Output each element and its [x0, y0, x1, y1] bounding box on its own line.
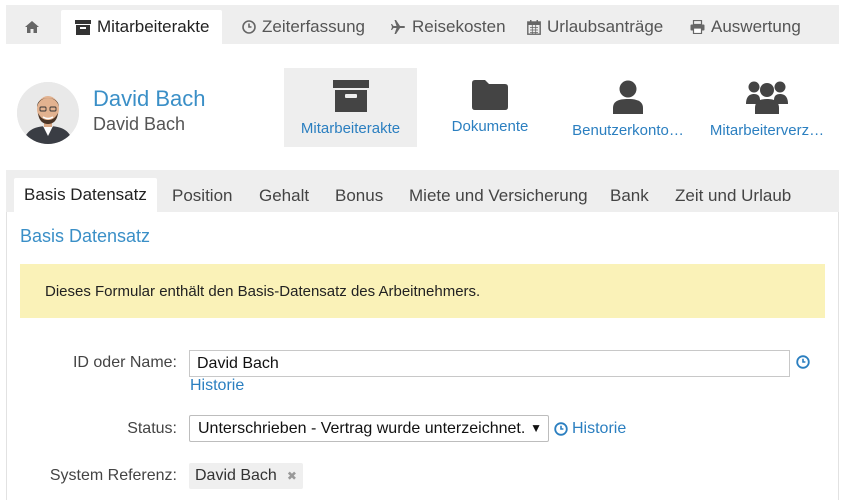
calendar-icon	[527, 19, 541, 35]
history-clock-icon	[554, 422, 568, 436]
archive-icon	[332, 80, 369, 112]
avatar-image	[17, 82, 79, 144]
dropdown-arrow-icon: ▼	[530, 421, 542, 435]
nav-label: Zeiterfassung	[262, 17, 365, 36]
record-tabs: Basis Datensatz Position Gehalt Bonus Mi…	[6, 170, 839, 212]
remove-tag-icon[interactable]: ✖	[287, 469, 297, 483]
action-mitarbeiterverzeichnis[interactable]: Mitarbeiterverz…	[702, 68, 832, 147]
notice-text: Dieses Formular enthält den Basis-Datens…	[45, 282, 481, 300]
nav-auswertung[interactable]: Auswertung	[690, 10, 801, 44]
action-benutzerkonto[interactable]: Benutzerkonto…	[563, 68, 693, 147]
nav-label: Urlaubsanträge	[547, 17, 664, 36]
status-label: Status:	[127, 420, 177, 437]
employee-subname: David Bach	[93, 114, 186, 134]
clock-icon	[242, 20, 256, 34]
status-history-label: Historie	[572, 420, 627, 437]
nav-label: Auswertung	[711, 17, 801, 36]
tab-basis-datensatz[interactable]: Basis Datensatz	[14, 178, 157, 212]
folder-icon	[472, 80, 508, 110]
section-title: Basis Datensatz	[20, 226, 151, 246]
action-dokumente[interactable]: Dokumente	[424, 68, 556, 147]
print-icon	[690, 20, 705, 34]
system-ref-value: David Bach	[195, 467, 277, 484]
nav-label: Mitarbeiterakte	[97, 17, 210, 36]
action-label: Mitarbeiterakte	[300, 120, 401, 137]
action-mitarbeiterakte[interactable]: Mitarbeiterakte	[284, 68, 417, 147]
action-label: Mitarbeiterverz…	[709, 122, 825, 139]
plane-icon	[391, 20, 405, 34]
status-select[interactable]: Unterschrieben - Vertrag wurde unterzeic…	[189, 415, 549, 442]
nav-reisekosten[interactable]: Reisekosten	[391, 10, 506, 44]
employee-name: David Bach	[93, 86, 206, 111]
tab-bank[interactable]: Bank	[610, 180, 649, 212]
home-icon	[25, 21, 39, 33]
tab-zeit-und-urlaub[interactable]: Zeit und Urlaub	[675, 180, 791, 212]
system-ref-label: System Referenz:	[49, 467, 177, 484]
nav-label: Reisekosten	[412, 17, 506, 36]
tab-position[interactable]: Position	[172, 180, 232, 212]
id-name-input[interactable]	[189, 350, 790, 377]
tab-gehalt[interactable]: Gehalt	[259, 180, 309, 212]
system-ref-tag: David Bach ✖	[189, 463, 303, 489]
nav-mitarbeiterakte[interactable]: Mitarbeiterakte	[61, 10, 222, 44]
action-label: Benutzerkonto…	[572, 122, 684, 139]
nav-urlaubsantraege[interactable]: Urlaubsanträge	[527, 10, 663, 44]
users-icon	[746, 81, 788, 114]
info-notice: Dieses Formular enthält den Basis-Datens…	[20, 264, 825, 318]
archive-icon	[75, 19, 91, 35]
avatar	[17, 82, 79, 144]
status-history-link[interactable]: Historie	[554, 420, 626, 438]
nav-zeiterfassung[interactable]: Zeiterfassung	[242, 10, 365, 44]
history-clock-icon[interactable]	[796, 355, 810, 369]
user-icon	[613, 80, 643, 114]
nav-home[interactable]	[24, 10, 46, 44]
id-history-link[interactable]: Historie	[190, 377, 244, 395]
status-selected-value: Unterschrieben - Vertrag wurde unterzeic…	[198, 419, 526, 437]
top-navigation: Mitarbeiterakte Zeiterfassung Reisekoste…	[6, 5, 839, 44]
action-label: Dokumente	[451, 118, 529, 135]
tab-bonus[interactable]: Bonus	[335, 180, 383, 212]
id-label: ID oder Name:	[72, 354, 177, 371]
tab-miete-und-versicherung[interactable]: Miete und Versicherung	[409, 180, 588, 212]
